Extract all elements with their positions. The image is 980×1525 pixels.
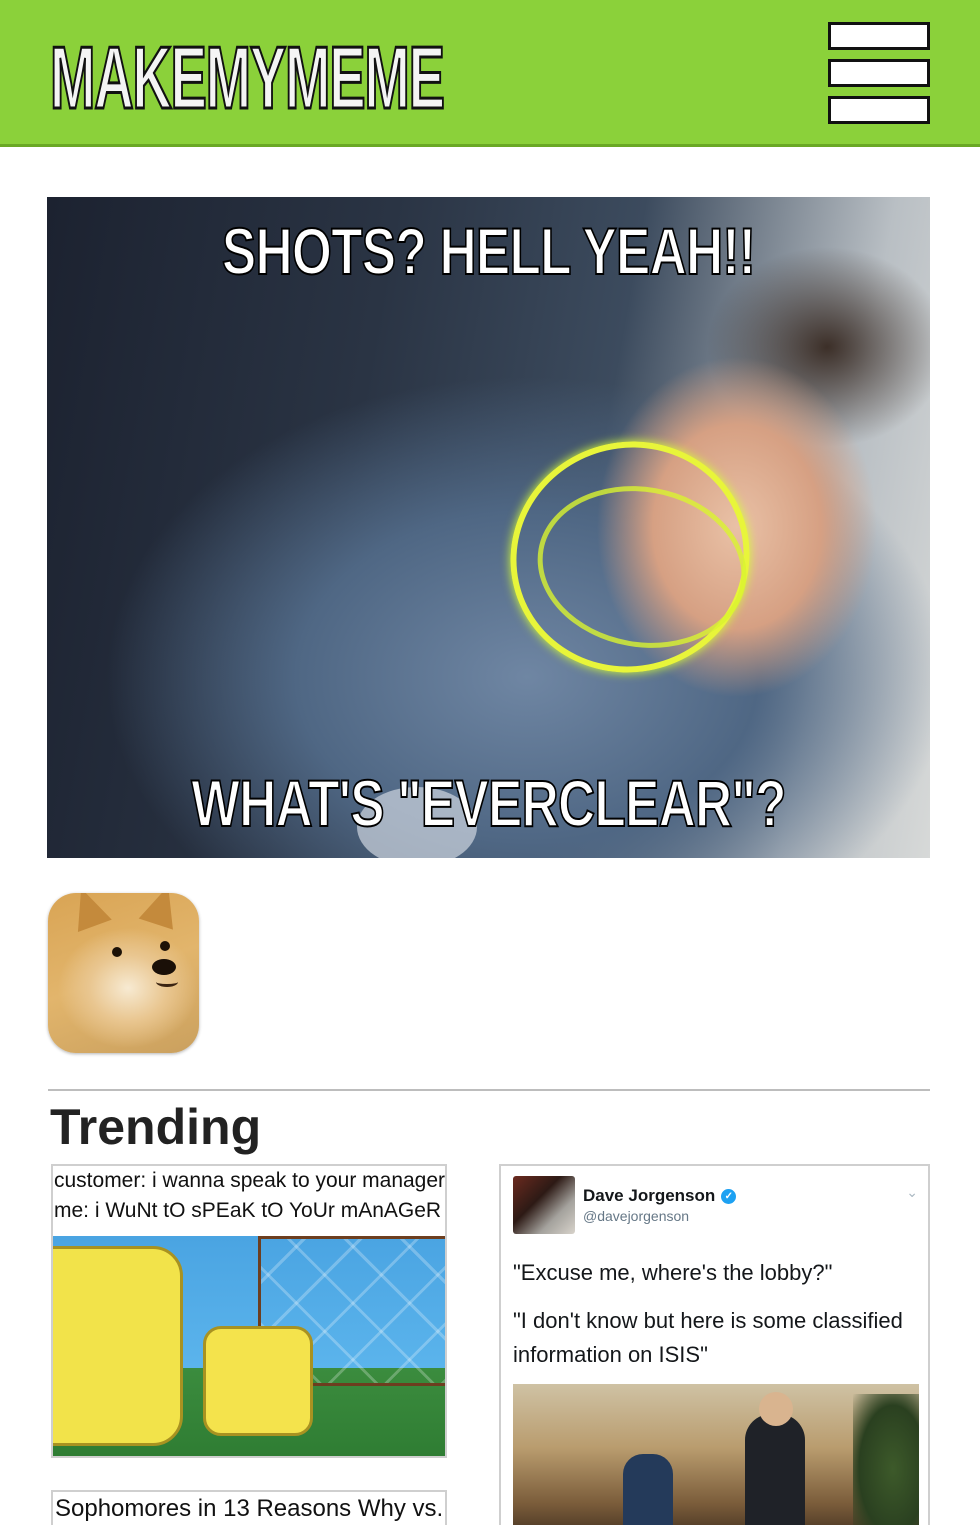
menu-bar-top: [828, 22, 930, 50]
section-divider: [48, 1089, 930, 1091]
trending-card-tweet[interactable]: Dave Jorgenson ✓ @davejorgenson ⌄ "Excuse…: [499, 1164, 930, 1525]
site-logo[interactable]: MakeMyMeme: [49, 20, 685, 129]
trending-heading: Trending: [50, 1099, 262, 1155]
menu-bar-bottom: [828, 96, 930, 124]
meme-top-text: SHOTS? HELL YEAH!!: [221, 213, 757, 289]
tweet-text-1: "Excuse me, where's the lobby?": [513, 1260, 833, 1285]
photo-man: [745, 1414, 805, 1525]
doge-ear-left: [64, 893, 112, 932]
tweet-author-name: Dave Jorgenson: [583, 1186, 716, 1205]
doge-mouth: [156, 977, 178, 987]
photo-plant: [853, 1394, 919, 1525]
doge-ear-right: [138, 893, 186, 930]
trending-card-13-reasons[interactable]: Sophomores in 13 Reasons Why vs.: [51, 1490, 447, 1525]
chevron-down-icon: ⌄: [906, 1184, 918, 1200]
logo-text: MakeMyMeme: [49, 27, 446, 129]
tweet-avatar: [513, 1176, 575, 1234]
doge-icon[interactable]: [48, 893, 199, 1053]
meme-image[interactable]: SHOTS? HELL YEAH!! WHAT'S "EVERCLEAR"?: [47, 197, 930, 858]
site-header: MakeMyMeme: [0, 0, 980, 147]
tweet-text-2: "I don't know but here is some classifie…: [513, 1308, 903, 1367]
meme-bottom-text: WHAT'S "EVERCLEAR"?: [191, 765, 788, 841]
card-caption-line: Sophomores in 13 Reasons Why vs.: [55, 1495, 444, 1522]
tweet-photo: [513, 1384, 919, 1525]
spongebob-closeup: [53, 1246, 183, 1446]
hamburger-menu-button[interactable]: [828, 22, 930, 124]
mocking-spongebob-image: [53, 1236, 445, 1456]
tweet-handle: @davejorgenson: [583, 1208, 690, 1224]
photo-kid: [623, 1454, 673, 1525]
doge-eye-left: [112, 947, 122, 957]
doge-eye-right: [160, 941, 170, 951]
card-caption-line: me: i WuNt tO sPEaK tO YoUr mAnAGeR: [54, 1199, 442, 1222]
card-caption-line: customer: i wanna speak to your manager: [54, 1169, 446, 1192]
menu-bar-middle: [828, 59, 930, 87]
tweet-author: Dave Jorgenson ✓: [583, 1186, 737, 1206]
photo-man-head: [759, 1392, 793, 1426]
verified-badge-icon: ✓: [721, 1189, 737, 1205]
doge-nose: [152, 959, 176, 975]
spongebob-chicken: [203, 1326, 313, 1436]
trending-card-spongebob[interactable]: customer: i wanna speak to your manager …: [51, 1164, 447, 1458]
